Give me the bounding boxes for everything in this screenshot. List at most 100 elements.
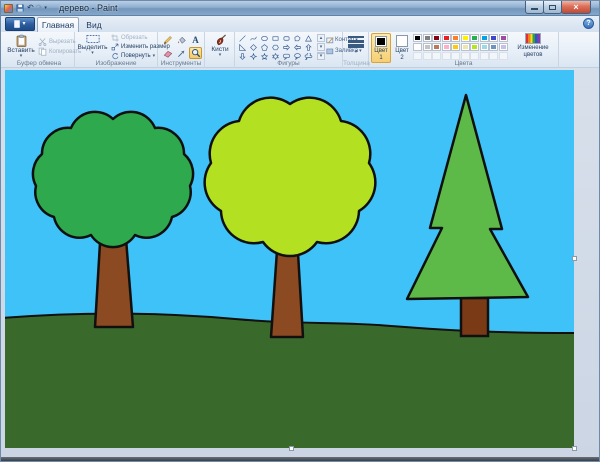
image-group-label: Изображение [75,60,157,67]
palette-empty-slot[interactable] [423,52,432,60]
fill-bucket-icon [177,35,187,45]
palette-swatch[interactable] [451,43,460,51]
shapes-scroll: ▴ ▾ ▾ [317,34,325,61]
palette-empty-slot[interactable] [470,52,479,60]
close-button[interactable]: × [561,1,591,14]
qat-dropdown-icon[interactable]: ▾ [44,5,47,11]
window-controls: × [526,1,591,14]
canvas-resize-handle-bottom[interactable] [289,446,294,451]
fill-bucket-tool[interactable] [175,34,188,46]
shape-six-point-star[interactable] [270,52,281,60]
paint-menu-button[interactable]: ▾ [5,17,35,31]
palette-swatch[interactable] [480,43,489,51]
magnifier-tool[interactable] [189,47,202,59]
palette-empty-slot[interactable] [451,52,460,60]
palette-empty-slot[interactable] [413,52,422,60]
edit-colors-button[interactable]: Изменение цветов [509,33,557,59]
shapes-more-button[interactable]: ▾ [317,52,325,60]
palette-swatch[interactable] [499,34,508,42]
palette-swatch[interactable] [423,43,432,51]
cut-button[interactable]: Вырезать [38,37,76,46]
palette-swatch[interactable] [489,43,498,51]
brushes-button[interactable]: Кисти ▾ [207,33,233,58]
shape-polygon[interactable] [292,34,303,42]
color2-button[interactable]: Цвет 2 [393,33,411,63]
shape-cloud-callout[interactable] [303,52,314,60]
edit-colors-icon [525,33,541,44]
redo-icon[interactable]: ↷ [36,4,43,12]
palette-swatch[interactable] [451,34,460,42]
palette-empty-slot[interactable] [489,52,498,60]
color2-swatch [396,35,408,47]
palette-swatch[interactable] [470,34,479,42]
palette-empty-slot[interactable] [432,52,441,60]
shape-pentagon[interactable] [259,43,270,51]
tab-view[interactable]: Вид [81,17,107,32]
palette-swatch[interactable] [413,43,422,51]
palette-swatch[interactable] [470,43,479,51]
rotate-icon [111,52,119,60]
shape-hexagon[interactable] [270,43,281,51]
help-button[interactable]: ? [583,18,594,29]
palette-swatch[interactable] [423,34,432,42]
palette-swatch[interactable] [413,34,422,42]
color-picker-tool[interactable] [175,47,188,59]
palette-empty-slot[interactable] [442,52,451,60]
shape-right-triangle[interactable] [237,43,248,51]
palette-swatch[interactable] [461,43,470,51]
shapes-scroll-down[interactable]: ▾ [317,43,325,51]
close-icon: × [573,3,578,12]
shape-curve[interactable] [248,34,259,42]
rotate-dropdown-icon: ▾ [153,54,156,59]
group-image: Выделить ▾ Обрезать Изменить размер Пове… [75,32,158,68]
select-button[interactable]: Выделить ▾ [77,33,108,56]
shape-arrow-right[interactable] [281,43,292,51]
palette-empty-slot[interactable] [461,52,470,60]
text-tool[interactable]: A [189,34,202,46]
size-button[interactable]: ▾ [345,32,367,55]
color1-button[interactable]: Цвет 1 [371,33,391,63]
palette-empty-slot[interactable] [499,52,508,60]
save-icon[interactable] [15,3,25,13]
shapes-scroll-up[interactable]: ▴ [317,34,325,42]
shape-rounded-callout[interactable] [281,52,292,60]
paste-button[interactable]: Вставить ▾ [6,33,36,59]
shape-ellipse[interactable] [259,34,270,42]
clipboard-group-label: Буфер обмена [4,60,74,67]
brushes-dropdown-icon: ▾ [219,53,222,58]
tab-home[interactable]: Главная [37,17,79,32]
palette-swatch[interactable] [499,43,508,51]
maximize-button[interactable] [543,1,562,14]
shape-oval-callout[interactable] [292,52,303,60]
shape-rounded-rectangle[interactable] [281,34,292,42]
minimize-button[interactable] [525,1,544,14]
shape-triangle[interactable] [303,34,314,42]
shape-diamond[interactable] [248,43,259,51]
magnifier-icon [191,48,201,58]
shape-rectangle[interactable] [270,34,281,42]
palette-row-2 [413,43,508,51]
shape-line[interactable] [237,34,248,42]
rotate-button[interactable]: Повернуть ▾ [111,52,155,60]
shape-arrow-left[interactable] [292,43,303,51]
undo-icon[interactable]: ↶ [27,4,34,12]
palette-swatch[interactable] [442,43,451,51]
canvas-resize-handle-corner[interactable] [572,446,577,451]
palette-swatch[interactable] [442,34,451,42]
palette-swatch[interactable] [489,34,498,42]
canvas-resize-handle-right[interactable] [572,256,577,261]
color1-label-1: Цвет [374,48,387,55]
paint-canvas[interactable] [5,70,574,448]
palette-swatch[interactable] [480,34,489,42]
shape-arrow-down[interactable] [237,52,248,60]
palette-swatch[interactable] [461,34,470,42]
eraser-tool[interactable] [161,47,174,59]
shape-five-point-star[interactable] [259,52,270,60]
palette-swatch[interactable] [432,43,441,51]
shape-arrow-up[interactable] [303,43,314,51]
pencil-tool[interactable] [161,34,174,46]
shape-four-point-star[interactable] [248,52,259,60]
palette-swatch[interactable] [432,34,441,42]
palette-empty-slot[interactable] [480,52,489,60]
crop-button[interactable]: Обрезать [111,34,147,42]
